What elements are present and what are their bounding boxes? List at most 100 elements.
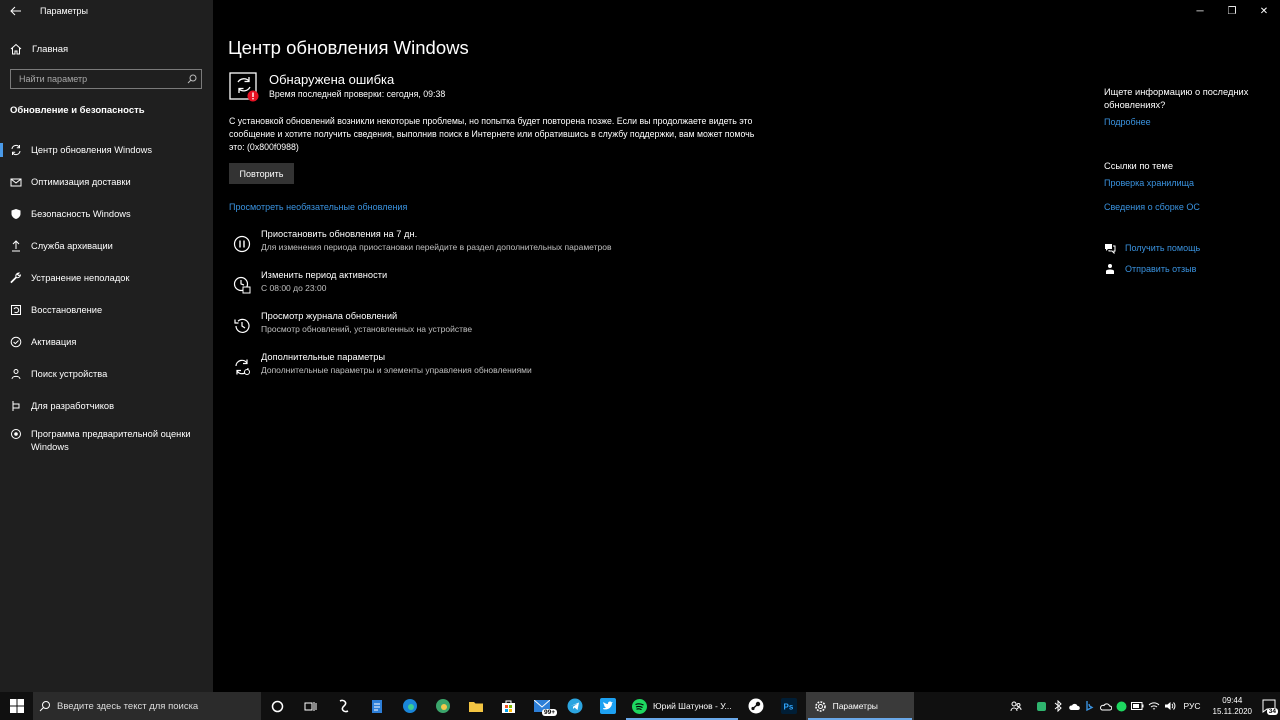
action-center-button[interactable]: 34	[1258, 692, 1280, 720]
help-chat-icon	[1104, 242, 1125, 254]
spotify-icon	[632, 698, 647, 714]
sidebar-item-label: Активация	[31, 336, 77, 347]
option-pause-updates[interactable]: Приостановить обновления на 7 дн. Для из…	[233, 228, 753, 260]
taskbar-app-store[interactable]	[492, 692, 525, 720]
optional-updates-link[interactable]: Просмотреть необязательные обновления	[229, 202, 407, 212]
sync-icon	[0, 144, 31, 156]
task-view-button[interactable]	[294, 692, 327, 720]
sidebar-item-label: Поиск устройства	[31, 368, 108, 379]
search-icon[interactable]	[183, 74, 201, 84]
sidebar-item-recovery[interactable]: Восстановление	[0, 294, 213, 326]
sidebar-item-label: Служба архивации	[31, 240, 113, 251]
onedrive-icon[interactable]	[1098, 692, 1114, 720]
app-tray-icon-1[interactable]	[1034, 692, 1050, 720]
main-content: ─ ❐ ✕ Центр обновления Windows Обнаружен…	[213, 0, 1280, 692]
sidebar-item-insider[interactable]: Программа предварительной оценки Windows	[0, 422, 213, 462]
feedback-icon	[1104, 263, 1125, 275]
pause-icon	[233, 228, 261, 260]
maximize-button[interactable]: ❐	[1216, 0, 1248, 22]
sidebar-item-label: Для разработчиков	[31, 400, 115, 411]
active-hours-icon	[233, 269, 261, 301]
option-update-history[interactable]: Просмотр журнала обновлений Просмотр обн…	[233, 310, 753, 342]
back-arrow-icon	[10, 6, 21, 16]
option-advanced[interactable]: Дополнительные параметры Дополнительные …	[233, 351, 753, 383]
bluetooth-icon[interactable]	[1050, 692, 1066, 720]
sidebar-item-label: Безопасность Windows	[31, 208, 131, 219]
title-bar: Параметры	[0, 0, 213, 22]
input-language[interactable]: РУС	[1184, 701, 1201, 711]
sidebar-item-find-device[interactable]: Поиск устройства	[0, 358, 213, 390]
telegram-icon	[567, 698, 582, 714]
spotify-tray-icon[interactable]	[1114, 692, 1130, 720]
taskbar-search[interactable]: Введите здесь текст для поиска	[33, 692, 261, 720]
wrench-icon	[0, 272, 31, 284]
wifi-icon[interactable]	[1146, 692, 1162, 720]
send-feedback-link[interactable]: Отправить отзыв	[1125, 264, 1196, 274]
volume-icon[interactable]	[1162, 692, 1178, 720]
clock[interactable]: 09:44 15.11.2020	[1213, 695, 1252, 717]
option-title: Дополнительные параметры	[261, 352, 386, 362]
recovery-icon	[0, 304, 31, 316]
taskbar-app-explorer[interactable]	[459, 692, 492, 720]
more-info-link[interactable]: Подробнее	[1104, 117, 1279, 127]
developer-icon	[0, 400, 31, 412]
svg-text:Ps: Ps	[784, 703, 794, 712]
taskbar-app-mail[interactable]: 99+	[525, 692, 558, 720]
start-button[interactable]	[0, 692, 33, 720]
taskbar-app-telegram[interactable]	[558, 692, 591, 720]
clock-date: 15.11.2020	[1212, 707, 1252, 716]
back-button[interactable]	[0, 0, 32, 22]
cortana-button[interactable]	[261, 692, 294, 720]
battery-icon[interactable]	[1130, 692, 1146, 720]
settings-search-box[interactable]	[10, 69, 202, 89]
bing-icon[interactable]	[1082, 692, 1098, 720]
nav-home[interactable]: Главная	[0, 38, 213, 60]
get-help-link[interactable]: Получить помощь	[1125, 243, 1200, 253]
sidebar-item-delivery-optimization[interactable]: Оптимизация доставки	[0, 166, 213, 198]
get-help-row[interactable]: Получить помощь	[1104, 242, 1279, 254]
minimize-button[interactable]: ─	[1184, 0, 1216, 22]
option-desc: Дополнительные параметры и элементы упра…	[261, 365, 532, 375]
taskbar-app-photoshop[interactable]: Ps	[773, 692, 806, 720]
taskbar-app-files[interactable]	[360, 692, 393, 720]
nav-home-label: Главная	[32, 43, 69, 55]
os-build-info-link[interactable]: Сведения о сборке ОС	[1104, 202, 1279, 212]
home-icon	[0, 43, 32, 55]
sidebar-item-windows-update[interactable]: Центр обновления Windows	[0, 134, 213, 166]
update-error-icon	[229, 72, 259, 102]
spotify-window-label: Юрий Шатунов - У...	[653, 701, 732, 711]
option-title: Приостановить обновления на 7 дн.	[261, 229, 418, 239]
cloud-icon[interactable]	[1066, 692, 1082, 720]
page-title: Центр обновления Windows	[228, 37, 469, 58]
sidebar-item-windows-security[interactable]: Безопасность Windows	[0, 198, 213, 230]
history-icon	[233, 310, 261, 342]
info-question: Ищете информацию о последних обновлениях…	[1104, 87, 1249, 110]
option-active-hours[interactable]: Изменить период активности С 08:00 до 23…	[233, 269, 753, 301]
taskbar-app-fl[interactable]	[327, 692, 360, 720]
taskbar-app-settings[interactable]: Параметры	[805, 692, 914, 720]
people-icon[interactable]	[1008, 692, 1024, 720]
twitter-icon	[599, 698, 616, 714]
option-desc: Для изменения периода приостановки перей…	[261, 242, 612, 252]
taskbar-app-spotify[interactable]: Юрий Шатунов - У...	[624, 692, 740, 720]
sidebar-item-developers[interactable]: Для разработчиков	[0, 390, 213, 422]
storage-check-link[interactable]: Проверка хранилища	[1104, 178, 1279, 188]
error-message: С установкой обновлений возникли некотор…	[229, 116, 755, 153]
taskbar-app-edge[interactable]	[393, 692, 426, 720]
sidebar-item-activation[interactable]: Активация	[0, 326, 213, 358]
close-button[interactable]: ✕	[1248, 0, 1280, 22]
retry-button[interactable]: Повторить	[229, 163, 294, 184]
option-title: Изменить период активности	[261, 270, 388, 280]
feedback-row[interactable]: Отправить отзыв	[1104, 263, 1279, 275]
sidebar-item-troubleshoot[interactable]: Устранение неполадок	[0, 262, 213, 294]
cortana-icon	[271, 700, 284, 712]
check-circle-icon	[0, 336, 31, 348]
sidebar-item-label: Программа предварительной оценки Windows	[31, 429, 191, 452]
sidebar-item-backup[interactable]: Служба архивации	[0, 230, 213, 262]
option-title: Просмотр журнала обновлений	[261, 311, 398, 321]
taskbar-app-steam[interactable]	[740, 692, 773, 720]
sidebar-item-label: Восстановление	[31, 304, 103, 315]
settings-search-input[interactable]	[11, 74, 183, 84]
taskbar-app-edge-canary[interactable]	[426, 692, 459, 720]
taskbar-app-twitter[interactable]	[591, 692, 624, 720]
